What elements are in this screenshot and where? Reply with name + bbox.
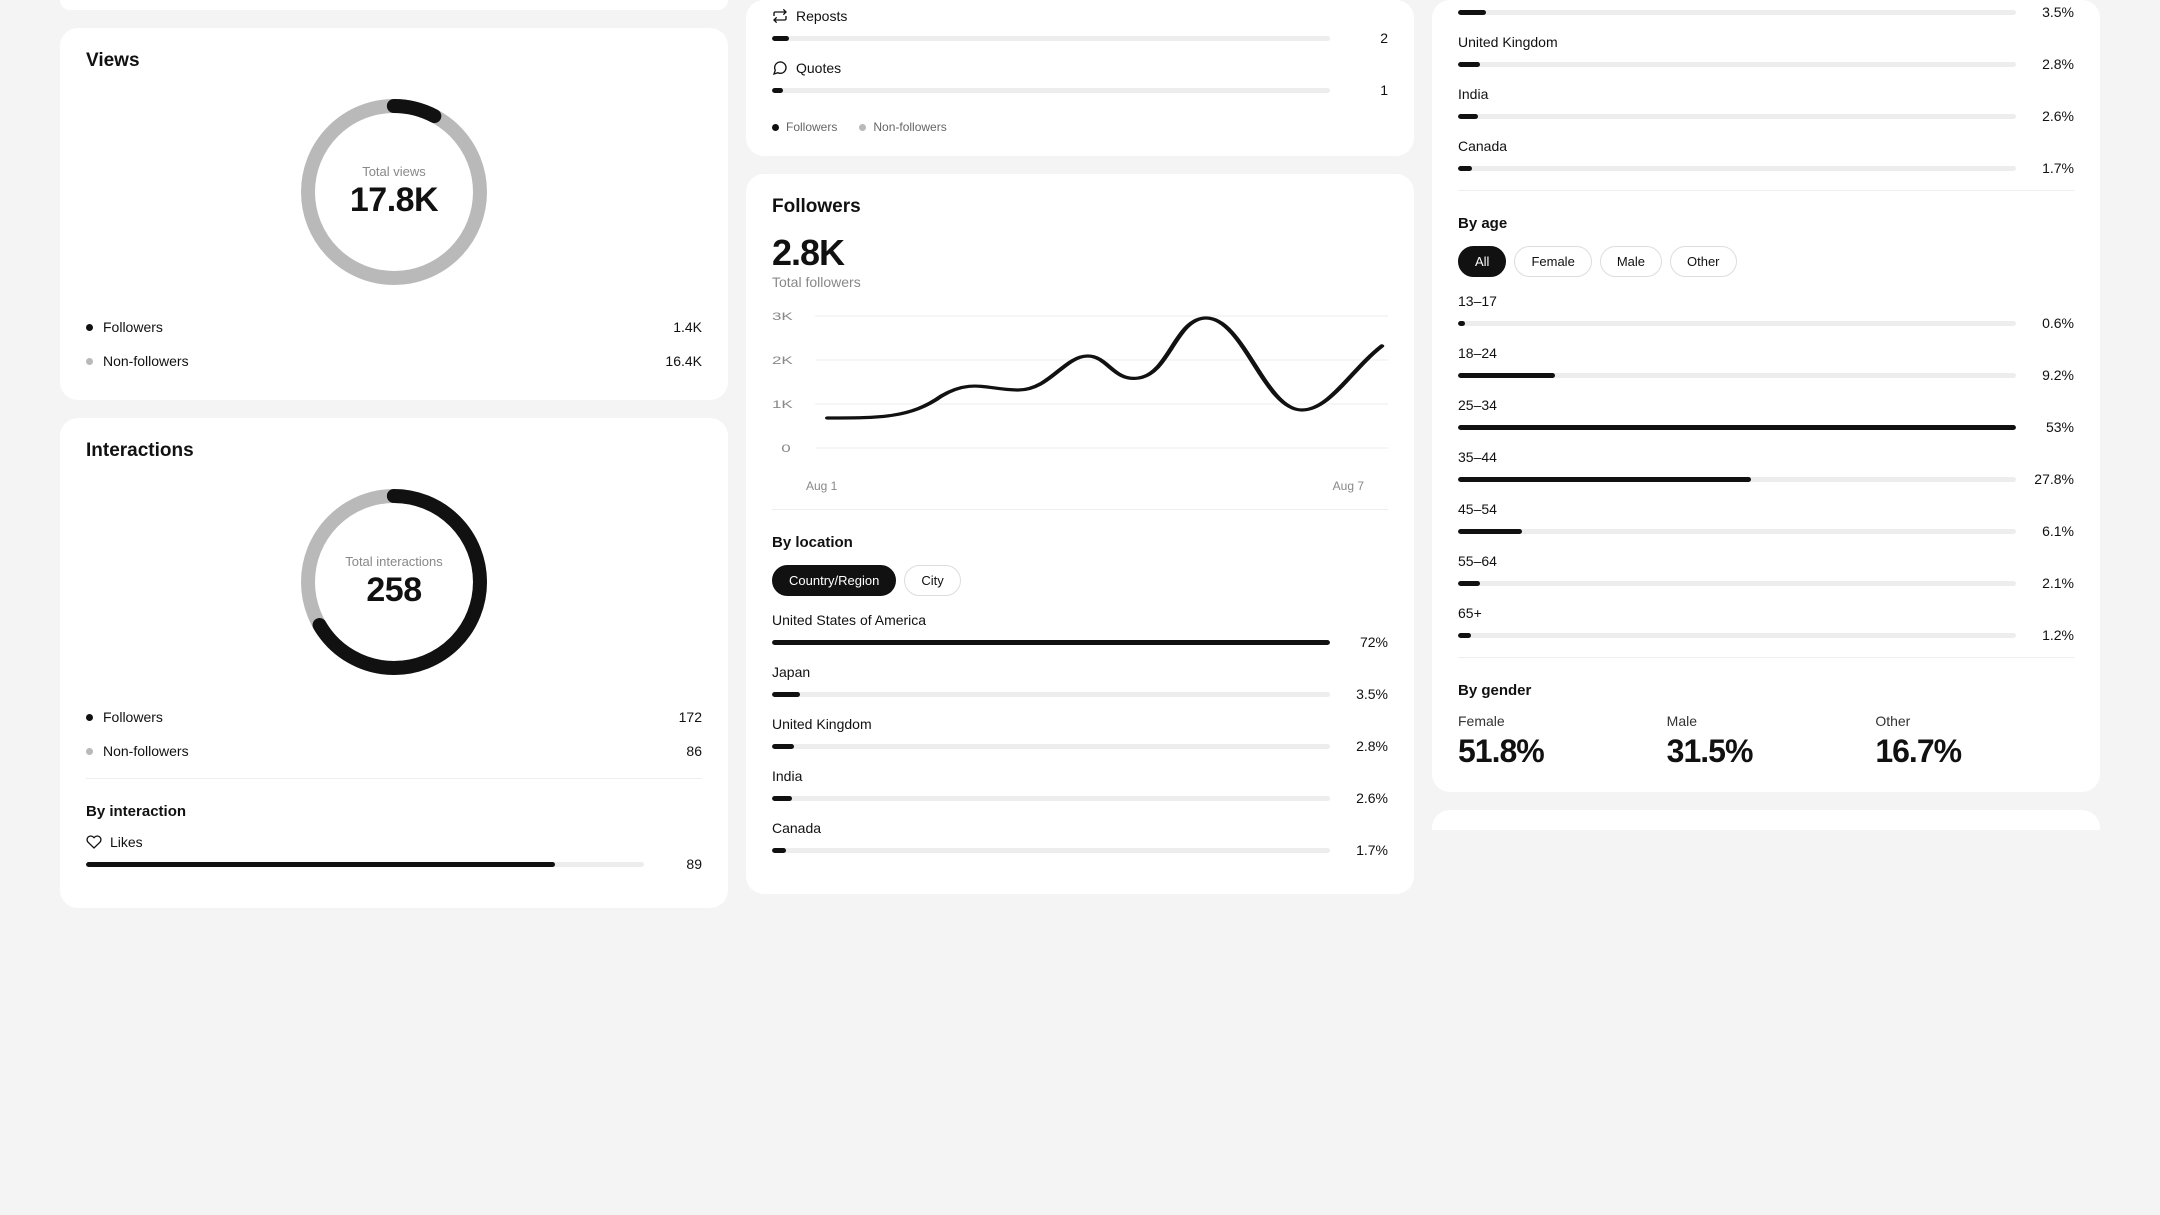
engagement-card: Reposts 2 Quotes 1 Followers N [746, 0, 1414, 156]
views-legend-nonfollowers: Non-followers 16.4K [86, 344, 702, 378]
age-tab-female[interactable]: Female [1514, 246, 1591, 277]
gender-female: Female 51.8% [1458, 713, 1657, 770]
gender-male: Male 31.5% [1667, 713, 1866, 770]
rloc-uk: United Kingdom 2.8% [1458, 34, 2074, 72]
followers-card: Followers 2.8K Total followers 3K 2K 1K … [746, 174, 1414, 894]
views-legend-followers: Followers 1.4K [86, 310, 702, 344]
interactions-center-value: 258 [366, 571, 421, 610]
age-13-17: 13–17 0.6% [1458, 293, 2074, 331]
interactions-card: Interactions Total interactions 258 Foll… [60, 418, 728, 908]
tab-country-region[interactable]: Country/Region [772, 565, 896, 596]
followers-total: 2.8K [772, 232, 1388, 274]
age-18-24: 18–24 9.2% [1458, 345, 2074, 383]
heart-icon [86, 834, 102, 850]
by-interaction-heading: By interaction [86, 803, 702, 820]
rloc-in: India 2.6% [1458, 86, 2074, 124]
demographics-card: 3.5% United Kingdom 2.8% India 2.6% Cana… [1432, 0, 2100, 792]
rloc-ca: Canada 1.7% [1458, 138, 2074, 176]
views-title: Views [86, 50, 702, 72]
reposts-row: Reposts 2 [772, 8, 1388, 46]
age-65: 65+ 1.2% [1458, 605, 2074, 643]
svg-text:3K: 3K [772, 311, 793, 323]
interactions-title: Interactions [86, 440, 702, 462]
age-25-34: 25–34 53% [1458, 397, 2074, 435]
followers-line-chart: 3K 2K 1K 0 Aug 1 Aug 7 [772, 300, 1388, 493]
views-card: Views Total views 17.8K Followers 1.4K [60, 28, 728, 400]
loc-jp: Japan 3.5% [772, 664, 1388, 702]
tab-city[interactable]: City [904, 565, 960, 596]
age-tab-other[interactable]: Other [1670, 246, 1737, 277]
svg-text:2K: 2K [772, 355, 793, 367]
svg-text:0: 0 [781, 443, 790, 455]
interactions-legend-nonfollowers: Non-followers 86 [86, 734, 702, 768]
age-tab-male[interactable]: Male [1600, 246, 1662, 277]
age-55-64: 55–64 2.1% [1458, 553, 2074, 591]
quote-icon [772, 60, 788, 76]
age-35-44: 35–44 27.8% [1458, 449, 2074, 487]
by-age-heading: By age [1458, 215, 2074, 232]
gender-other: Other 16.7% [1875, 713, 2074, 770]
views-donut: Total views 17.8K [294, 92, 494, 292]
views-center-value: 17.8K [350, 181, 438, 220]
likes-row: Likes 89 [86, 834, 702, 872]
svg-text:1K: 1K [772, 399, 793, 411]
interactions-legend-followers: Followers 172 [86, 700, 702, 734]
age-tab-all[interactable]: All [1458, 246, 1506, 277]
loc-in: India 2.6% [772, 768, 1388, 806]
by-gender-heading: By gender [1458, 682, 2074, 699]
rloc-jp: 3.5% [1458, 4, 2074, 20]
loc-us: United States of America 72% [772, 612, 1388, 650]
interactions-center-label: Total interactions [345, 554, 443, 569]
followers-title: Followers [772, 196, 1388, 218]
legend-followers: Followers [772, 120, 837, 134]
followers-sublabel: Total followers [772, 274, 1388, 290]
quotes-row: Quotes 1 [772, 60, 1388, 98]
by-location-heading: By location [772, 534, 1388, 551]
repost-icon [772, 8, 788, 24]
loc-ca: Canada 1.7% [772, 820, 1388, 858]
loc-uk: United Kingdom 2.8% [772, 716, 1388, 754]
views-center-label: Total views [362, 164, 426, 179]
age-45-54: 45–54 6.1% [1458, 501, 2074, 539]
legend-nonfollowers: Non-followers [859, 120, 946, 134]
interactions-donut: Total interactions 258 [294, 482, 494, 682]
